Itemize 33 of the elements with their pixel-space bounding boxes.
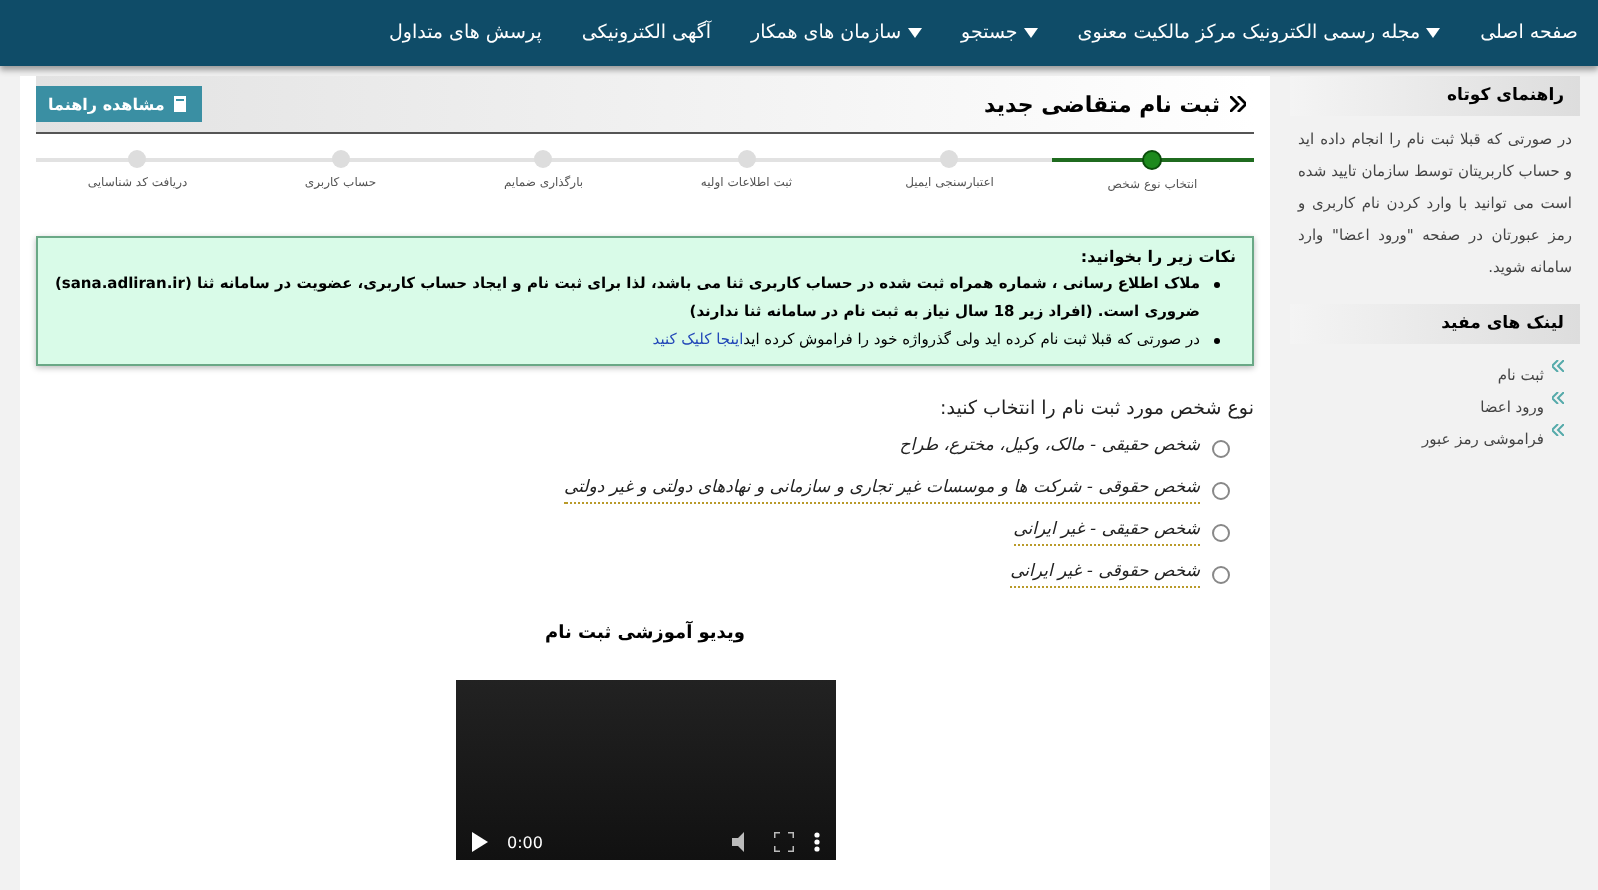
option-label: شخص حقیقی - غیر ایرانی: [1013, 520, 1200, 546]
video-title: ویدیو آموزشی ثبت نام: [545, 624, 745, 644]
nav-menu-item[interactable]: سازمان های همکار: [751, 22, 922, 44]
nav-menu-item[interactable]: مجله رسمی الکترونیک مرکز مالکیت معنوی: [1077, 22, 1441, 44]
chevron-icon: [1552, 392, 1564, 404]
caret-icon: [907, 28, 922, 38]
fullscreen-icon[interactable]: [773, 832, 793, 852]
book-icon: [172, 94, 191, 114]
nav-menu-item[interactable]: آگهی الکترونیکی: [581, 22, 712, 44]
question-label: نوع شخص مورد ثبت نام را انتخاب کنید:: [938, 398, 1254, 420]
bullet-icon: [1214, 338, 1220, 344]
guide-button[interactable]: مشاهده راهنما: [36, 86, 203, 122]
radio-button[interactable]: [1212, 440, 1230, 458]
chevron-icon: [1552, 360, 1564, 372]
chevron-icon: [1552, 424, 1564, 436]
radio-button[interactable]: [1212, 566, 1230, 584]
nav-menu-item[interactable]: صفحه اصلی: [1480, 22, 1578, 44]
option-label: شخص حقوقی - غیر ایرانی: [1010, 562, 1200, 588]
caret-icon: [1023, 28, 1038, 38]
caret-icon: [1426, 28, 1441, 38]
more-icon[interactable]: [813, 832, 819, 852]
page-title: ثبت نام متقاضی جدید: [984, 91, 1220, 117]
notes-heading: نکات زیر را بخوانید:: [1078, 248, 1236, 266]
nav-menu-item[interactable]: جستجو: [961, 22, 1038, 44]
radio-button[interactable]: [1212, 524, 1230, 542]
radio-button[interactable]: [1212, 482, 1230, 500]
play-icon[interactable]: [471, 832, 487, 852]
option-label: شخص حقوقی - شرکت ها و موسسات غیر تجاری و سازمانی و نهادهای دولتی و غیر دولتی: [563, 478, 1200, 504]
nav-menu-item[interactable]: پرسش های متداول: [388, 22, 542, 44]
double-chevron-icon: [1230, 96, 1246, 112]
option-label: شخص حقیقی - مالک، وکیل، مخترع، طراح: [899, 436, 1200, 460]
video-time: 0:00: [507, 833, 543, 851]
bullet-icon: [1214, 282, 1220, 288]
